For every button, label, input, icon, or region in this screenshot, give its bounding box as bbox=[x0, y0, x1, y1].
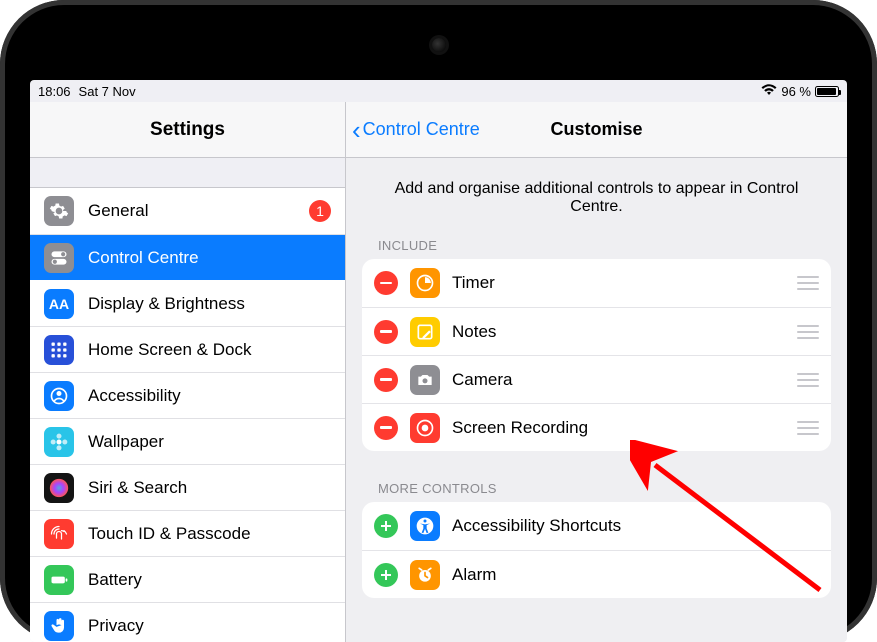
sidebar-item-privacy[interactable]: Privacy bbox=[30, 602, 345, 642]
chevron-left-icon: ‹ bbox=[352, 117, 361, 143]
remove-button[interactable] bbox=[374, 271, 398, 295]
notes-icon bbox=[410, 317, 440, 347]
drag-handle-icon[interactable] bbox=[797, 325, 819, 339]
status-bar: 18:06 Sat 7 Nov 96 % bbox=[30, 80, 847, 102]
sidebar-item-touch-id-passcode[interactable]: Touch ID & Passcode bbox=[30, 510, 345, 556]
sidebar-item-label: Siri & Search bbox=[88, 478, 187, 498]
sidebar-title: Settings bbox=[30, 102, 345, 158]
control-row: Notes bbox=[362, 307, 831, 355]
battery-icon bbox=[815, 86, 839, 97]
add-button[interactable] bbox=[374, 563, 398, 587]
intro-text: Add and organise additional controls to … bbox=[362, 158, 831, 238]
control-label: Screen Recording bbox=[452, 418, 588, 438]
control-row: Timer bbox=[362, 259, 831, 307]
flower-icon bbox=[44, 427, 74, 457]
drag-handle-icon[interactable] bbox=[797, 421, 819, 435]
grid-icon bbox=[44, 335, 74, 365]
status-battery-pct: 96 % bbox=[781, 84, 811, 99]
section-label-include: INCLUDE bbox=[362, 238, 831, 259]
sidebar-item-label: Control Centre bbox=[88, 248, 199, 268]
sidebar-item-battery[interactable]: Battery bbox=[30, 556, 345, 602]
sidebar-item-label: Accessibility bbox=[88, 386, 181, 406]
toggle-icon bbox=[44, 243, 74, 273]
sidebar-item-label: Touch ID & Passcode bbox=[88, 524, 251, 544]
sidebar-badge: 1 bbox=[309, 200, 331, 222]
sidebar-item-general[interactable]: General 1 bbox=[30, 188, 345, 234]
remove-button[interactable] bbox=[374, 416, 398, 440]
control-row: Screen Recording bbox=[362, 403, 831, 451]
sidebar-item-label: Wallpaper bbox=[88, 432, 164, 452]
gear-icon bbox=[44, 196, 74, 226]
aa-icon: AA bbox=[44, 289, 74, 319]
sidebar-item-label: Privacy bbox=[88, 616, 144, 636]
accessibility-icon bbox=[410, 511, 440, 541]
sidebar-item-label: Display & Brightness bbox=[88, 294, 245, 314]
control-row: Camera bbox=[362, 355, 831, 403]
hand-icon bbox=[44, 611, 74, 641]
battery-icon bbox=[44, 565, 74, 595]
sidebar-item-label: General bbox=[88, 201, 148, 221]
person-icon bbox=[44, 381, 74, 411]
sidebar-item-display-brightness[interactable]: AA Display & Brightness bbox=[30, 280, 345, 326]
control-label: Alarm bbox=[452, 565, 496, 585]
control-label: Notes bbox=[452, 322, 496, 342]
add-button[interactable] bbox=[374, 514, 398, 538]
detail-title: Customise bbox=[550, 119, 642, 140]
sidebar-item-label: Home Screen & Dock bbox=[88, 340, 251, 360]
record-icon bbox=[410, 413, 440, 443]
timer-icon bbox=[410, 268, 440, 298]
device-camera bbox=[432, 38, 446, 52]
control-row: Accessibility Shortcuts bbox=[362, 502, 831, 550]
section-label-more: MORE CONTROLS bbox=[362, 481, 831, 502]
control-label: Timer bbox=[452, 273, 495, 293]
detail-pane: ‹ Control Centre Customise Add and organ… bbox=[346, 102, 847, 642]
drag-handle-icon[interactable] bbox=[797, 373, 819, 387]
status-date: Sat 7 Nov bbox=[79, 84, 136, 99]
back-button[interactable]: ‹ Control Centre bbox=[346, 117, 486, 143]
wifi-icon bbox=[761, 83, 777, 99]
camera-icon bbox=[410, 365, 440, 395]
alarm-icon bbox=[410, 560, 440, 590]
sidebar-item-home-screen-dock[interactable]: Home Screen & Dock bbox=[30, 326, 345, 372]
drag-handle-icon[interactable] bbox=[797, 276, 819, 290]
control-label: Camera bbox=[452, 370, 512, 390]
sidebar-item-accessibility[interactable]: Accessibility bbox=[30, 372, 345, 418]
sidebar-item-siri-search[interactable]: Siri & Search bbox=[30, 464, 345, 510]
remove-button[interactable] bbox=[374, 320, 398, 344]
sidebar-item-label: Battery bbox=[88, 570, 142, 590]
siri-icon bbox=[44, 473, 74, 503]
control-label: Accessibility Shortcuts bbox=[452, 516, 621, 536]
remove-button[interactable] bbox=[374, 368, 398, 392]
status-time: 18:06 bbox=[38, 84, 71, 99]
back-label: Control Centre bbox=[363, 119, 480, 140]
settings-sidebar: Settings General 1 Control Centre AA Display… bbox=[30, 102, 346, 642]
sidebar-item-wallpaper[interactable]: Wallpaper bbox=[30, 418, 345, 464]
control-row: Alarm bbox=[362, 550, 831, 598]
sidebar-item-control-centre[interactable]: Control Centre bbox=[30, 234, 345, 280]
fingerprint-icon bbox=[44, 519, 74, 549]
